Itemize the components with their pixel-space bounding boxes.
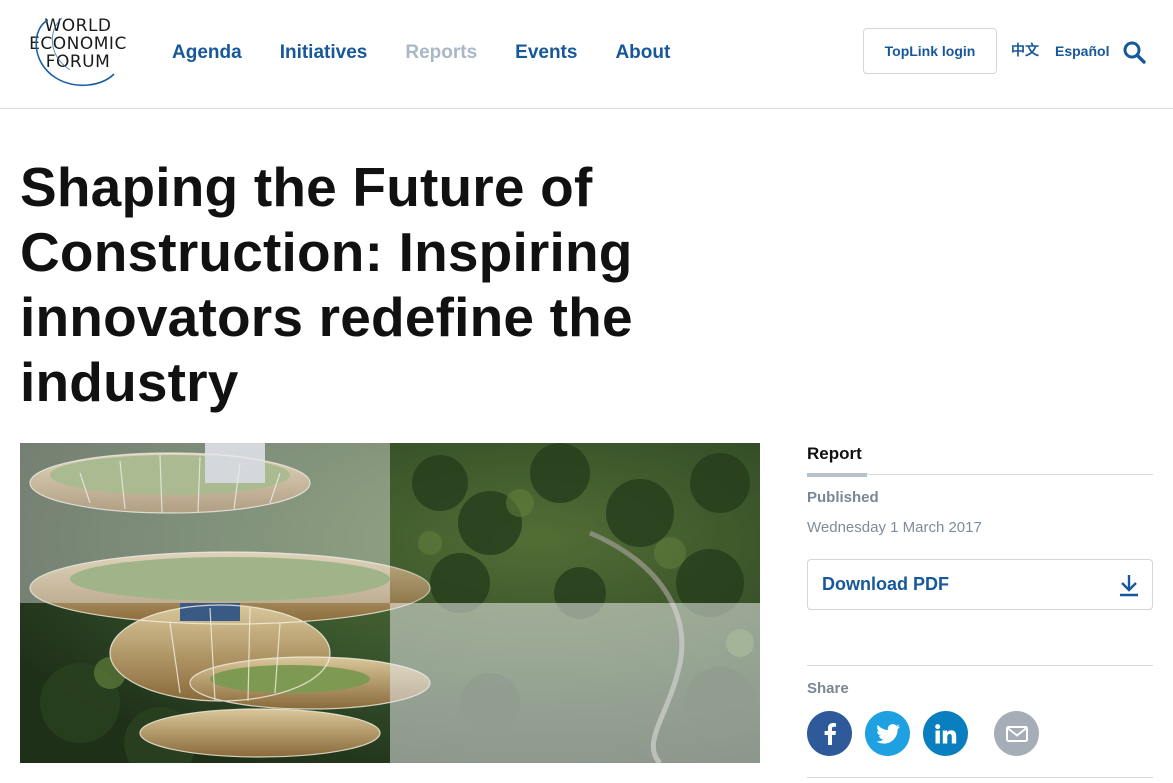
search-button[interactable] bbox=[1122, 40, 1148, 66]
share-label: Share bbox=[807, 680, 849, 697]
download-icon bbox=[1120, 575, 1138, 597]
language-link-spanish[interactable]: Español bbox=[1055, 41, 1109, 61]
logo-arc-icon bbox=[35, 17, 115, 87]
hero-image bbox=[20, 443, 760, 763]
nav-item-agenda[interactable]: Agenda bbox=[172, 40, 242, 66]
main-nav: Agenda Initiatives Reports Events About bbox=[172, 40, 708, 66]
hero-illustration bbox=[20, 443, 760, 763]
download-pdf-button[interactable]: Download PDF bbox=[807, 559, 1153, 610]
toplink-login-button[interactable]: TopLink login bbox=[863, 28, 997, 74]
linkedin-icon bbox=[934, 723, 956, 743]
facebook-icon bbox=[824, 722, 836, 745]
content-type-label: Report bbox=[807, 444, 862, 463]
share-twitter-button[interactable] bbox=[865, 711, 910, 756]
published-date: Wednesday 1 March 2017 bbox=[807, 519, 982, 536]
share-linkedin-button[interactable] bbox=[923, 711, 968, 756]
language-link-chinese[interactable]: 中文 bbox=[1011, 41, 1039, 61]
search-icon bbox=[1123, 41, 1146, 64]
published-label: Published bbox=[807, 489, 879, 506]
download-pdf-label: Download PDF bbox=[822, 574, 949, 594]
wef-logo[interactable]: WORLD ECONOMIC FORUM bbox=[18, 16, 138, 90]
email-icon bbox=[1005, 725, 1028, 742]
type-underline bbox=[807, 473, 867, 477]
nav-item-reports[interactable]: Reports bbox=[405, 40, 477, 66]
nav-item-about[interactable]: About bbox=[615, 40, 670, 66]
site-header: WORLD ECONOMIC FORUM Agenda Initiatives … bbox=[0, 0, 1173, 109]
share-facebook-button[interactable] bbox=[807, 711, 852, 756]
page-title: Shaping the Future of Construction: Insp… bbox=[20, 156, 633, 413]
divider bbox=[807, 777, 1153, 778]
nav-item-initiatives[interactable]: Initiatives bbox=[280, 40, 368, 66]
twitter-icon bbox=[875, 723, 900, 744]
divider bbox=[807, 665, 1153, 666]
share-email-button[interactable] bbox=[994, 711, 1039, 756]
nav-item-events[interactable]: Events bbox=[515, 40, 577, 66]
